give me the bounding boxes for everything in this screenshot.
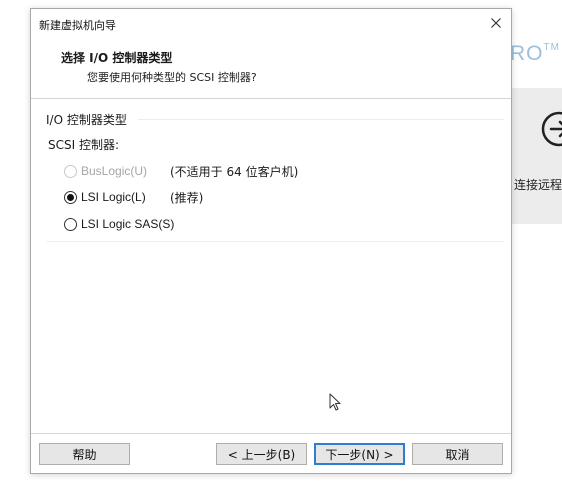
- radio-option-lsi-logic-sas[interactable]: LSI Logic SAS(S): [64, 215, 174, 233]
- back-button[interactable]: < 上一步(B): [216, 443, 307, 465]
- connect-remote-label: 连接远程: [514, 178, 562, 192]
- next-button[interactable]: 下一步(N) >: [314, 443, 405, 465]
- header-divider: [31, 98, 511, 99]
- page-title: 选择 I/O 控制器类型: [61, 51, 173, 65]
- footer-divider: [31, 433, 511, 434]
- new-vm-wizard-dialog: 新建虚拟机向导 选择 I/O 控制器类型 您要使用何种类型的 SCSI 控制器?…: [30, 8, 512, 474]
- scsi-controller-label: SCSI 控制器:: [48, 138, 120, 152]
- radio-label-lsi-logic-sas: LSI Logic SAS(S): [81, 217, 175, 231]
- radio-option-buslogic[interactable]: BusLogic(U) (不适用于 64 位客户机): [64, 162, 298, 180]
- mouse-cursor-icon: [329, 393, 341, 411]
- group-bottom-border: [46, 241, 504, 242]
- radio-note-lsi-logic: (推荐): [170, 191, 204, 205]
- close-icon: [491, 18, 501, 28]
- radio-option-lsi-logic[interactable]: LSI Logic(L) (推荐): [64, 188, 203, 206]
- logo-text: RO: [510, 42, 544, 65]
- background-logo: ROTM: [510, 42, 560, 66]
- connect-remote-panel[interactable]: 连接远程: [512, 88, 562, 224]
- radio-note-buslogic: (不适用于 64 位客户机): [170, 165, 299, 179]
- group-border: [138, 119, 504, 120]
- window-title: 新建虚拟机向导: [39, 19, 116, 32]
- page-subtitle: 您要使用何种类型的 SCSI 控制器?: [87, 71, 257, 84]
- help-button[interactable]: 帮助: [39, 443, 130, 465]
- connect-remote-icon: [539, 109, 562, 152]
- radio-label-buslogic: BusLogic(U): [81, 164, 148, 178]
- radio-buslogic[interactable]: [64, 164, 77, 178]
- logo-trademark: TM: [543, 42, 560, 53]
- title-bar: 新建虚拟机向导: [31, 9, 511, 39]
- radio-lsi-logic-sas[interactable]: [64, 217, 77, 231]
- group-title: I/O 控制器类型: [46, 113, 127, 127]
- radio-label-lsi-logic: LSI Logic(L): [81, 190, 146, 204]
- radio-lsi-logic[interactable]: [64, 190, 77, 204]
- cancel-button[interactable]: 取消: [412, 443, 503, 465]
- close-button[interactable]: [481, 9, 511, 37]
